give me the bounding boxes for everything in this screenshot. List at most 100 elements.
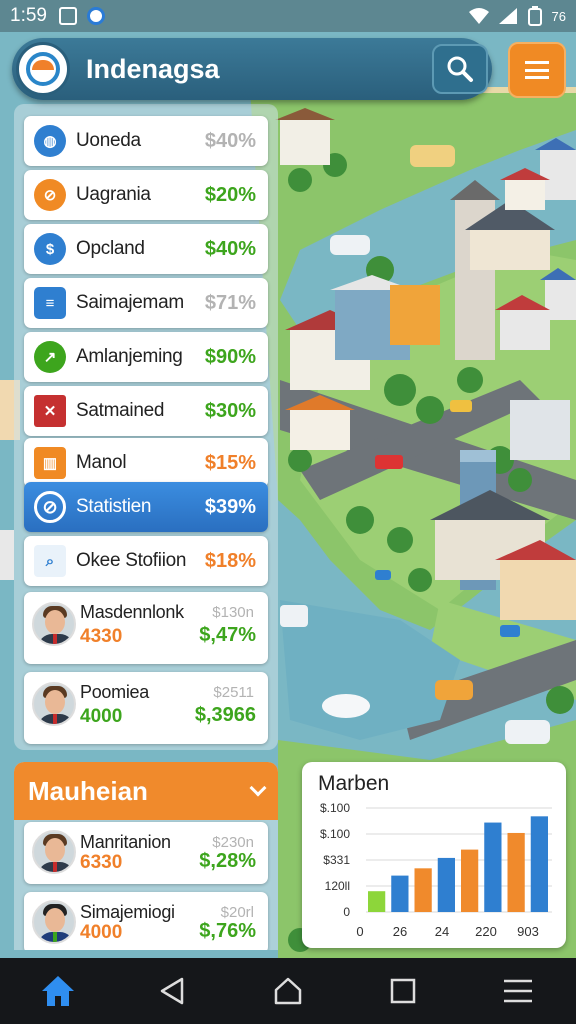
nav-home-outline-button[interactable] — [258, 966, 318, 1016]
person-name: Manritanion — [80, 832, 171, 852]
chart-y-tick-label: $331 — [323, 853, 350, 867]
person-value: $,3966 — [194, 704, 256, 726]
chart-x-tick-label: 903 — [517, 924, 539, 939]
person-row[interactable]: Poomiea 4000 $2511 $,3966 — [24, 672, 268, 744]
chart-x-tick-label: 0 — [356, 924, 363, 939]
list-item-name: Manol — [76, 452, 127, 473]
list-item[interactable]: $ Opcland $40% — [24, 224, 268, 274]
no-entry-icon: ⊘ — [34, 491, 66, 523]
chart-title: Marben — [318, 772, 390, 795]
menu-lines-icon — [504, 979, 533, 1003]
search-icon — [447, 56, 473, 82]
person-row[interactable]: Simajemiogi 4000 $20rl $,76% — [24, 892, 268, 950]
back-icon — [160, 977, 184, 1005]
status-bar: 1:59 76 — [0, 0, 576, 32]
list-item[interactable]: ✕ Satmained $30% — [24, 386, 268, 436]
avatar — [32, 602, 76, 646]
nav-home-button[interactable] — [28, 966, 88, 1016]
chart-bar — [437, 857, 455, 912]
chart-x-tick-label: 220 — [475, 924, 497, 939]
list-item-name: Uoneda — [76, 130, 141, 151]
chart-y-tick-label: 120ll — [325, 879, 350, 893]
chart-y-tick-label: $.100 — [320, 801, 350, 815]
app-logo-icon — [16, 42, 70, 96]
person-row[interactable]: Masdennlonk 4330 $130n $,47% — [24, 592, 268, 664]
person-row[interactable]: Manritanion 6330 $230n $,28% — [24, 822, 268, 884]
list-item-name: Opcland — [76, 238, 145, 259]
avatar — [32, 900, 76, 944]
nav-back-button[interactable] — [143, 966, 203, 1016]
globe-icon: ◍ — [34, 125, 66, 157]
status-time: 1:59 — [10, 5, 47, 26]
chart-bar — [368, 891, 386, 912]
wifi-icon — [468, 8, 489, 24]
person-name: Simajemiogi — [80, 902, 175, 922]
chart-bar — [461, 849, 479, 912]
chart-x-tick-label: 26 — [393, 924, 407, 939]
list-item-name: Okee Stofiion — [76, 550, 187, 571]
list-item-name: Amlanjeming — [76, 346, 183, 367]
battery-level: 76 — [551, 8, 566, 24]
compass-icon: ⊘ — [34, 179, 66, 211]
avatar — [32, 830, 76, 874]
list-item[interactable]: ↗ Amlanjeming $90% — [24, 332, 268, 382]
list-item-value: $15% — [204, 451, 256, 474]
list-item-value: $90% — [204, 345, 256, 368]
person-name: Poomiea — [80, 682, 149, 702]
home-outline-icon — [274, 977, 302, 1005]
home-icon — [41, 976, 74, 1006]
person-number: 4000 — [80, 922, 123, 943]
chart-bar — [507, 832, 525, 912]
person-value: $,76% — [199, 920, 256, 942]
person-subvalue: $2511 — [213, 684, 254, 701]
nav-menu-button[interactable] — [488, 966, 548, 1016]
person-number: 4330 — [80, 626, 123, 647]
search-button[interactable] — [432, 44, 488, 94]
battery-icon — [527, 6, 542, 26]
person-value: $,28% — [199, 850, 256, 872]
list-item-selected[interactable]: ⊘ Statistien $39% — [24, 482, 268, 532]
chart-bar — [530, 816, 548, 912]
person-number: 4000 — [80, 706, 123, 727]
chart-bar — [414, 868, 432, 912]
chart-x-tick-label: 24 — [435, 924, 449, 939]
list-item-value: $40% — [204, 129, 256, 152]
list-item-value: $20% — [204, 183, 256, 206]
person-number: 6330 — [80, 852, 123, 873]
card-icon: ≡ — [34, 287, 66, 319]
flag-icon: ✕ — [34, 395, 66, 427]
person-subvalue: $130n — [212, 604, 254, 621]
person-subvalue: $20rl — [220, 904, 254, 921]
person-name: Masdennlonk — [80, 602, 184, 622]
dollar-icon: $ — [34, 233, 66, 265]
list-item[interactable]: ◍ Uoneda $40% — [24, 116, 268, 166]
list-item-value: $40% — [204, 237, 256, 260]
list-item-name: Uagrania — [76, 184, 151, 205]
leaders-panel-header[interactable]: Mauheian — [14, 762, 278, 820]
list-item[interactable]: ▥ Manol $15% — [24, 438, 268, 488]
avatar — [32, 682, 76, 726]
list-item[interactable]: ≡ Saimajemam $71% — [24, 278, 268, 328]
nav-recents-button[interactable] — [373, 966, 433, 1016]
app-title: Indenagsa — [86, 53, 220, 84]
list-item-value: $18% — [204, 549, 256, 572]
system-nav-bar — [0, 958, 576, 1024]
chart-y-tick-label: $.100 — [320, 827, 350, 841]
chart-y-tick-label: 0 — [343, 905, 350, 919]
chart-panel: $.100 $.100 $331 120ll 0 0 26 24 220 903 Marben — [302, 762, 566, 948]
list-item-name: Statistien — [76, 496, 152, 517]
leaders-panel-title: Mauheian — [28, 775, 148, 806]
leaders-panel: Mauheian Manritanion 6330 $230n $,28% Si… — [14, 762, 278, 950]
list-item[interactable]: ⌕ Okee Stofiion $18% — [24, 536, 268, 586]
list-item-value: $71% — [204, 291, 256, 314]
region-list-panel: ◍ Uoneda $40% ⊘ Uagrania $20% $ Opcland … — [14, 104, 278, 750]
list-item[interactable]: ⊘ Uagrania $20% — [24, 170, 268, 220]
signal-icon — [498, 8, 517, 24]
chart-bar — [484, 822, 502, 912]
person-subvalue: $230n — [212, 834, 254, 851]
list-item-value: $39% — [204, 495, 256, 518]
chart-bar — [391, 875, 409, 912]
app-header: Indenagsa — [12, 38, 492, 100]
menu-button[interactable] — [508, 42, 566, 98]
chevron-down-icon[interactable] — [249, 779, 267, 797]
